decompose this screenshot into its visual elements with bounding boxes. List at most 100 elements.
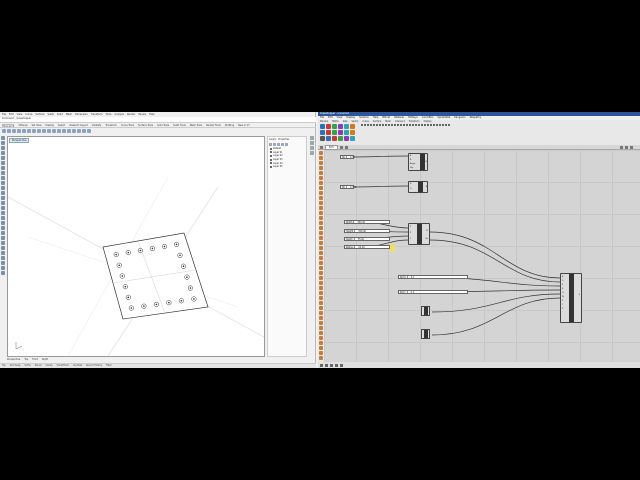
rhino-tab[interactable]: Standard [2, 124, 15, 128]
rotate-view-icon[interactable] [52, 129, 56, 133]
component-icon[interactable] [403, 124, 405, 126]
plugin-icon[interactable] [319, 256, 323, 260]
mirror-tool-icon[interactable] [1, 251, 5, 255]
status-icon[interactable] [335, 363, 338, 367]
rhino-tab[interactable]: Drafting [225, 124, 234, 127]
pan-icon[interactable] [47, 129, 51, 133]
output-port[interactable]: Pl [426, 230, 428, 232]
plugin-icon[interactable] [319, 271, 323, 275]
plugin-icon[interactable] [319, 201, 323, 205]
curve-tool-icon[interactable] [1, 151, 5, 155]
panel-tab[interactable]: Layers [269, 138, 276, 141]
plugin-icon[interactable] [319, 151, 323, 155]
input-port[interactable]: Angle [410, 163, 415, 165]
rectangle-tool-icon[interactable] [1, 166, 5, 170]
component-icon[interactable] [430, 124, 432, 126]
preview-mode-icon[interactable] [624, 145, 628, 149]
plugin-icon[interactable] [319, 336, 323, 340]
rhino-tab[interactable]: Solid Tools [157, 124, 169, 127]
component-icon[interactable] [338, 124, 343, 129]
component-icon[interactable] [415, 124, 417, 126]
panel-icon[interactable] [310, 141, 314, 145]
split-tool-icon[interactable] [1, 216, 5, 220]
gh-small-component[interactable] [421, 329, 430, 339]
viewport-tab[interactable]: Perspective [7, 358, 20, 361]
trim-tool-icon[interactable] [1, 211, 5, 215]
new-layer-icon[interactable] [269, 143, 272, 146]
plugin-icon[interactable] [319, 231, 323, 235]
component-icon[interactable] [320, 136, 325, 141]
component-icon[interactable] [442, 124, 444, 126]
component-icon[interactable] [370, 124, 372, 126]
layer-color-swatch[interactable] [270, 151, 272, 154]
layer-row[interactable]: Layer 05 [268, 165, 306, 169]
plugin-icon[interactable] [319, 251, 323, 255]
surface-tool-icon[interactable] [1, 181, 5, 185]
move-down-icon[interactable] [281, 143, 284, 146]
status-item[interactable]: Top [2, 364, 6, 368]
component-icon[interactable] [373, 124, 375, 126]
rhino-tab[interactable]: Transform [105, 124, 116, 127]
viewport-tab[interactable]: Front [32, 358, 38, 361]
scale-tool-icon[interactable] [1, 246, 5, 250]
component-icon[interactable] [320, 124, 325, 129]
plugin-icon[interactable] [319, 261, 323, 265]
sketch-icon[interactable] [339, 145, 343, 149]
viewport-tab[interactable]: Top [24, 358, 28, 361]
component-icon[interactable] [406, 124, 408, 126]
mesh-tool-icon[interactable] [1, 266, 5, 270]
component-icon[interactable] [350, 130, 355, 135]
plugin-icon[interactable] [319, 326, 323, 330]
panel-icon[interactable] [310, 136, 314, 140]
component-icon[interactable] [388, 124, 390, 126]
box-tool-icon[interactable] [1, 191, 5, 195]
delete-layer-icon[interactable] [273, 143, 276, 146]
component-icon[interactable] [424, 124, 426, 126]
copy-icon[interactable] [27, 129, 31, 133]
plugin-icon[interactable] [319, 216, 323, 220]
join-tool-icon[interactable] [1, 221, 5, 225]
plugin-icon[interactable] [319, 356, 323, 360]
plugin-icon[interactable] [319, 171, 323, 175]
output-port[interactable]: Bx [426, 238, 428, 240]
component-icon[interactable] [326, 130, 331, 135]
layer-color-swatch[interactable] [270, 158, 272, 161]
number-slider[interactable]: Rot Y 0.1 [398, 290, 468, 294]
save-icon[interactable] [12, 129, 16, 133]
rhino-tab[interactable]: Set View [32, 124, 42, 127]
text-tool-icon[interactable] [1, 176, 5, 180]
status-icon[interactable] [340, 363, 343, 367]
plugin-icon[interactable] [319, 241, 323, 245]
input-port[interactable]: G [562, 292, 563, 294]
component-icon[interactable] [326, 136, 331, 141]
select-icon[interactable] [67, 129, 71, 133]
number-slider[interactable]: Depth 35.00 [344, 237, 390, 241]
component-icon[interactable] [421, 124, 423, 126]
input-port[interactable]: B [410, 159, 411, 161]
plugin-icon[interactable] [319, 321, 323, 325]
preview-icon[interactable] [344, 145, 348, 149]
component-icon[interactable] [350, 136, 355, 141]
number-slider[interactable]: Rot X 0.1 [398, 275, 468, 279]
status-item[interactable]: Record History [86, 364, 102, 368]
render-icon[interactable] [82, 129, 86, 133]
gh-component[interactable]: P X Y Pl Bx [408, 223, 430, 245]
open-icon[interactable] [7, 129, 11, 133]
preview-mode-icon[interactable] [629, 145, 633, 149]
status-icon[interactable] [330, 363, 333, 367]
copy-tool-icon[interactable] [1, 236, 5, 240]
plugin-icon[interactable] [319, 176, 323, 180]
rhino-tab[interactable]: Render Tools [206, 124, 221, 127]
component-icon[interactable] [418, 124, 420, 126]
component-icon[interactable] [367, 124, 369, 126]
plugin-icon[interactable] [319, 181, 323, 185]
move-up-icon[interactable] [277, 143, 280, 146]
component-icon[interactable] [379, 124, 381, 126]
number-slider[interactable]: Radius 24.00 [344, 245, 390, 249]
component-icon[interactable] [391, 124, 393, 126]
component-icon[interactable] [332, 124, 337, 129]
status-item[interactable]: Osnap [46, 364, 53, 368]
plugin-icon[interactable] [319, 286, 323, 290]
input-port[interactable]: X [562, 300, 563, 302]
output-port[interactable]: B [426, 186, 427, 188]
